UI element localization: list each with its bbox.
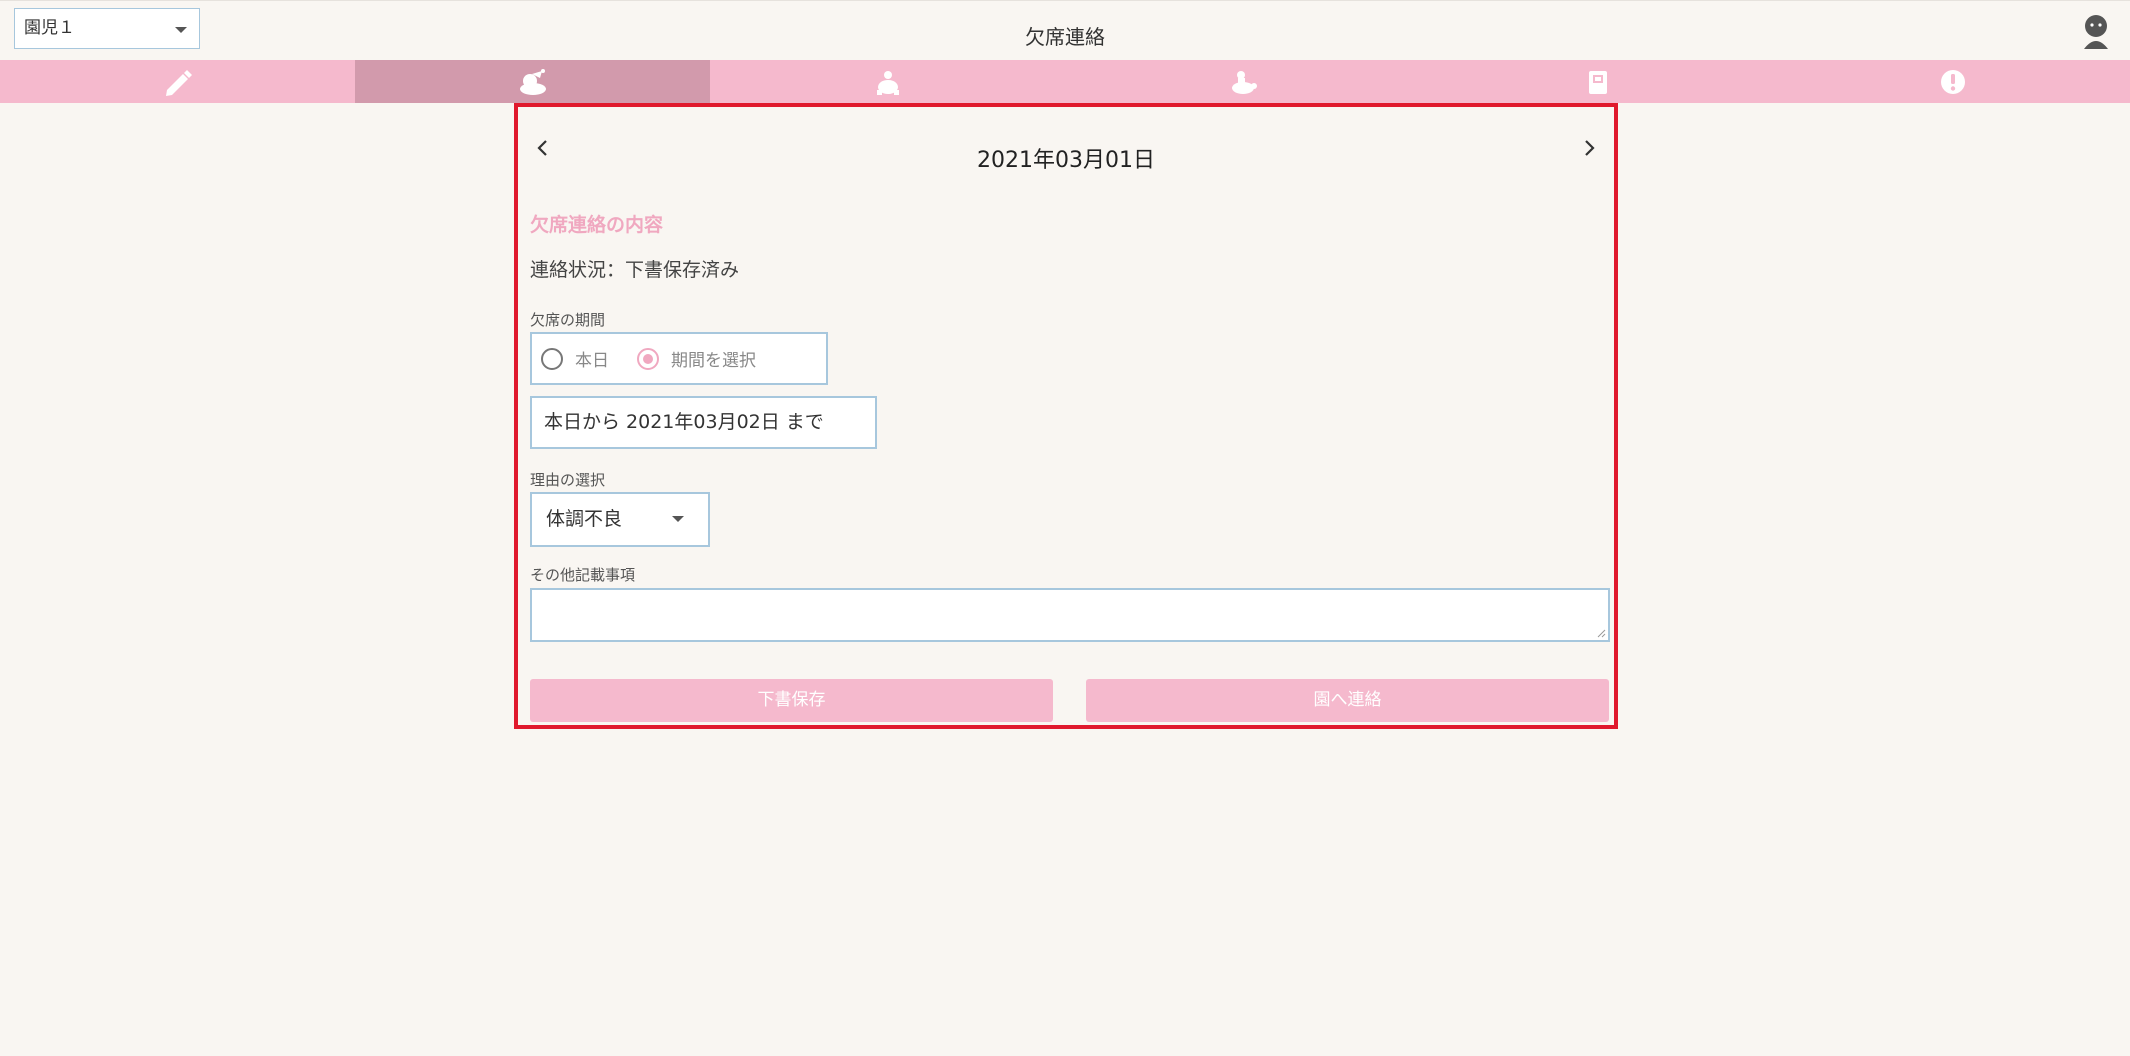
current-date: 2021年03月01日 <box>977 148 1155 173</box>
period-label: 欠席の期間 <box>530 311 606 329</box>
app-header: 園児１ 欠席連絡 <box>0 0 2130 61</box>
period-range-field[interactable]: 本日から 2021年03月02日 まで <box>530 396 877 449</box>
user-avatar-icon[interactable] <box>2080 13 2112 49</box>
sleeping-child-icon <box>519 68 546 95</box>
reason-select-value: 体調不良 <box>546 508 623 530</box>
alert-icon <box>1940 69 1965 94</box>
notes-label: その他記載事項 <box>530 566 636 584</box>
chevron-right-icon <box>1585 140 1595 156</box>
page-title: 欠席連絡 <box>1025 25 1105 49</box>
turtle-rider-icon <box>1231 70 1257 94</box>
tab-pickup[interactable] <box>1065 60 1420 103</box>
send-to-school-button[interactable]: 園へ連絡 <box>1086 679 1609 722</box>
resize-handle-icon[interactable] <box>1596 628 1606 638</box>
turtle-icon <box>876 70 899 95</box>
contact-status: 連絡状況：下書保存済み <box>530 259 740 281</box>
tab-contact-book[interactable] <box>0 60 355 103</box>
absence-form-panel: 2021年03月01日 欠席連絡の内容 連絡状況：下書保存済み 欠席の期間 本日… <box>514 103 1618 729</box>
section-title: 欠席連絡の内容 <box>530 214 664 236</box>
tab-bar <box>0 60 2130 103</box>
reason-select[interactable]: 体調不良 <box>530 492 710 547</box>
radio-today-indicator <box>541 347 563 370</box>
save-draft-button[interactable]: 下書保存 <box>530 679 1053 722</box>
radio-today[interactable]: 本日 <box>541 346 609 371</box>
radio-select-range[interactable]: 期間を選択 <box>637 346 756 371</box>
reason-label: 理由の選択 <box>530 471 606 489</box>
radio-select-range-label: 期間を選択 <box>671 351 756 371</box>
tab-absence[interactable] <box>355 60 710 103</box>
tab-late[interactable] <box>710 60 1065 103</box>
notes-textarea[interactable] <box>530 588 1610 642</box>
chevron-down-icon <box>672 516 684 522</box>
radio-today-label: 本日 <box>575 351 609 371</box>
period-radio-group: 本日 期間を選択 <box>530 332 828 385</box>
pencil-icon <box>165 69 192 96</box>
tab-calendar[interactable] <box>1420 60 1775 103</box>
tab-notice[interactable] <box>1775 60 2130 103</box>
radio-select-range-indicator <box>637 347 659 370</box>
calendar-icon <box>1588 70 1607 94</box>
next-date-button[interactable] <box>1579 135 1599 161</box>
